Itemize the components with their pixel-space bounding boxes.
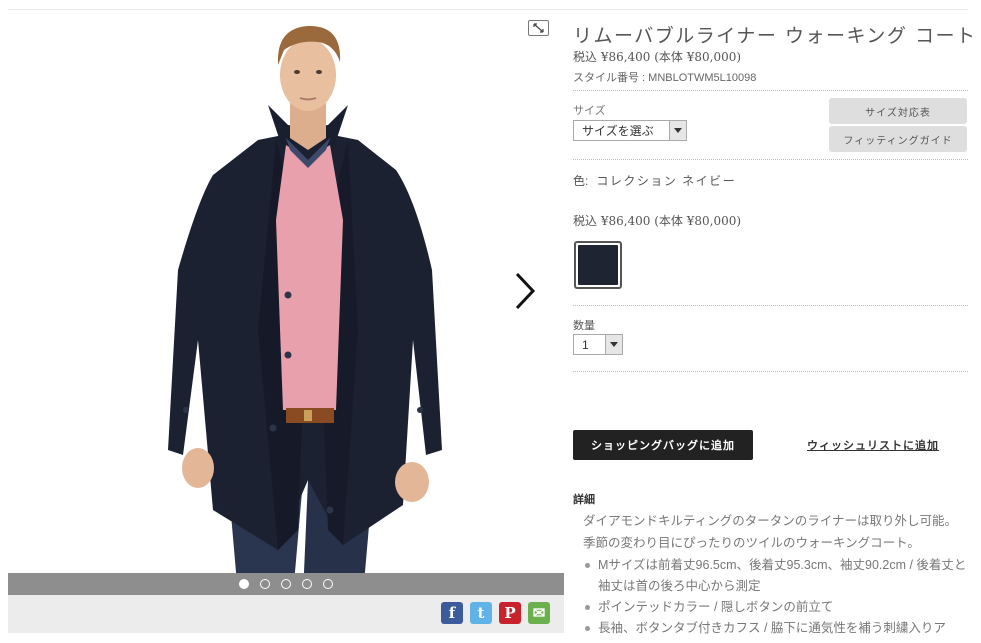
expand-icon bbox=[533, 23, 544, 33]
pagination-dot[interactable] bbox=[239, 579, 249, 589]
product-image-viewer[interactable] bbox=[8, 10, 564, 595]
email-icon[interactable]: ✉ bbox=[528, 602, 550, 624]
details-description: ダイアモンドキルティングのタータンのライナーは取り外し可能。季節の変わり目にぴっ… bbox=[583, 514, 958, 550]
divider bbox=[573, 90, 968, 91]
list-item: ポインテッドカラー / 隠しボタンの前立て bbox=[583, 597, 968, 618]
color-swatch-navy[interactable] bbox=[574, 241, 622, 289]
add-to-bag-button[interactable]: ショッピングバッグに追加 bbox=[573, 430, 753, 460]
product-info-panel: リムーバブルライナー ウォーキング コート 税込 ¥86,400 (本体 ¥80… bbox=[573, 0, 975, 643]
divider bbox=[573, 371, 968, 372]
pagination-dot[interactable] bbox=[281, 579, 291, 589]
chevron-down-icon bbox=[669, 121, 686, 140]
image-pagination-dots bbox=[8, 573, 564, 595]
style-number: スタイル番号 : MNBLOTWM5L10098 bbox=[573, 72, 757, 84]
size-select[interactable]: サイズを選ぶ bbox=[573, 120, 687, 141]
quantity-value: 1 bbox=[582, 337, 589, 352]
list-item: 長袖、ボタンタブ付きカフス / 脇下に通気性を補う刺繍入りア bbox=[583, 618, 968, 639]
color-value: コレクション ネイビー bbox=[596, 174, 737, 188]
product-price: 税込 ¥86,400 (本体 ¥80,000) bbox=[573, 50, 742, 64]
pagination-dot[interactable] bbox=[260, 579, 270, 589]
divider bbox=[573, 305, 968, 306]
chevron-down-icon bbox=[605, 335, 622, 354]
product-photo-model bbox=[168, 25, 442, 595]
color-label: 色: bbox=[573, 174, 589, 188]
product-title: リムーバブルライナー ウォーキング コート bbox=[573, 25, 977, 47]
next-image-arrow[interactable] bbox=[513, 272, 537, 310]
size-label: サイズ bbox=[573, 105, 606, 117]
add-to-wishlist-link[interactable]: ウィッシュリストに追加 bbox=[807, 437, 939, 453]
details-heading: 詳細 bbox=[573, 494, 595, 506]
size-chart-button[interactable]: サイズ対応表 bbox=[829, 98, 967, 124]
pinterest-icon[interactable]: P bbox=[499, 602, 521, 624]
expand-image-button[interactable] bbox=[528, 20, 549, 36]
swatch-fill bbox=[578, 245, 618, 285]
pagination-dot[interactable] bbox=[302, 579, 312, 589]
quantity-select[interactable]: 1 bbox=[573, 334, 623, 355]
share-bar: f t P ✉ bbox=[8, 595, 564, 633]
pagination-dot[interactable] bbox=[323, 579, 333, 589]
twitter-icon[interactable]: t bbox=[470, 602, 492, 624]
fitting-guide-button[interactable]: フィッティングガイド bbox=[829, 126, 967, 152]
color-row: 色: コレクション ネイビー bbox=[573, 172, 736, 189]
facebook-icon[interactable]: f bbox=[441, 602, 463, 624]
chevron-right-icon bbox=[515, 272, 536, 310]
quantity-label: 数量 bbox=[573, 320, 595, 332]
details-bullet-list: Mサイズは前着丈96.5cm、後着丈95.3cm、袖丈90.2cm / 後着丈と… bbox=[583, 555, 968, 639]
color-price: 税込 ¥86,400 (本体 ¥80,000) bbox=[573, 214, 742, 228]
divider bbox=[573, 159, 968, 160]
size-select-value: サイズを選ぶ bbox=[582, 124, 654, 138]
list-item: Mサイズは前着丈96.5cm、後着丈95.3cm、袖丈90.2cm / 後着丈と… bbox=[583, 555, 968, 597]
